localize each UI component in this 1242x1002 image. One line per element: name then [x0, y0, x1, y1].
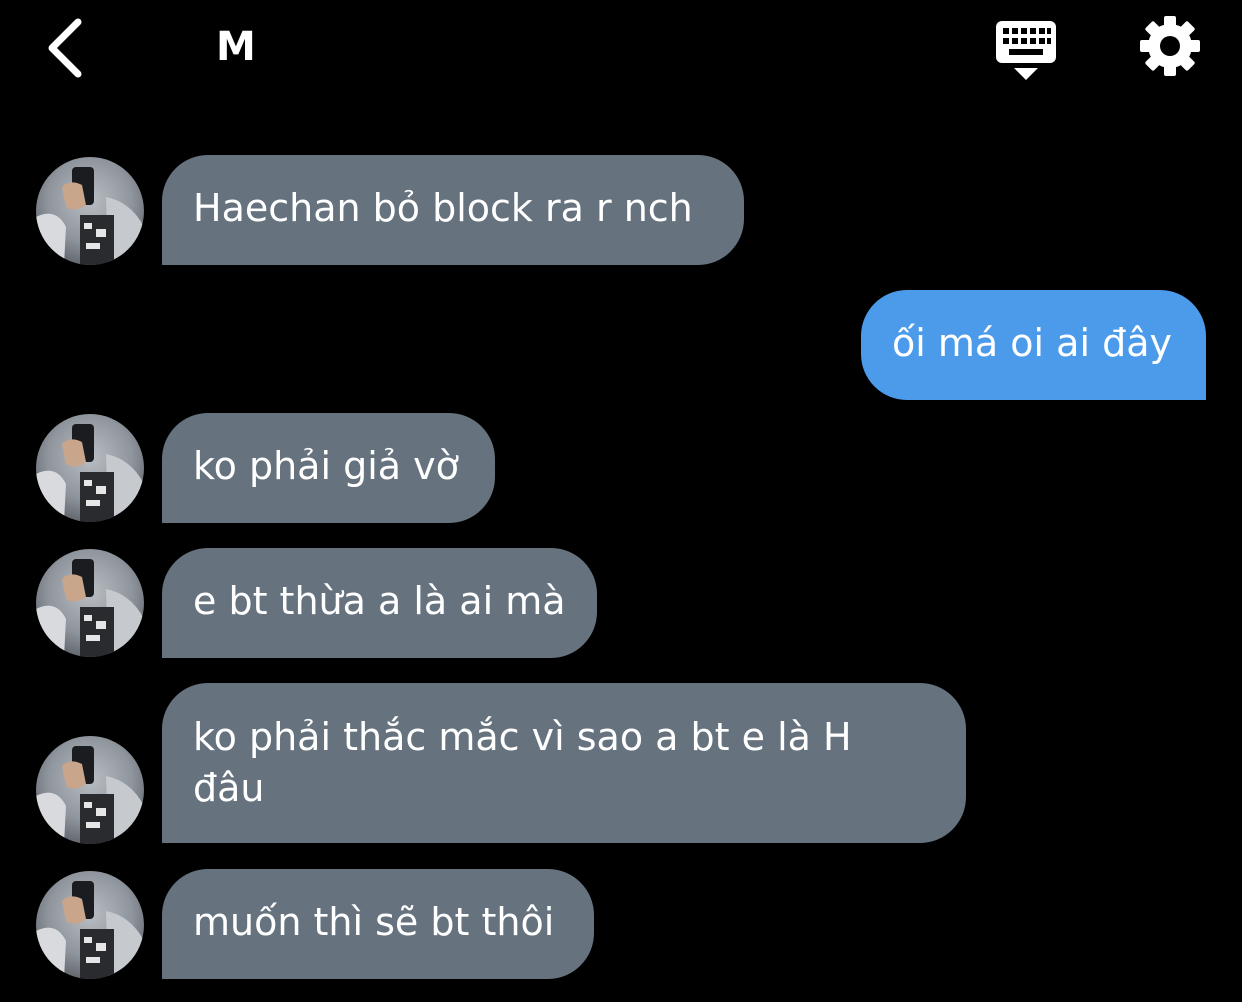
- avatar[interactable]: [36, 736, 144, 844]
- back-button[interactable]: [40, 12, 96, 84]
- avatar[interactable]: [36, 549, 144, 657]
- keyboard-toggle-button[interactable]: [992, 18, 1060, 82]
- keyboard-icon: [996, 21, 1056, 80]
- chevron-left-icon: [48, 18, 82, 78]
- chat-header: M: [0, 0, 1242, 100]
- gear-icon: [1140, 16, 1200, 76]
- contact-photo-icon: [36, 414, 144, 522]
- message-bubble-incoming[interactable]: muốn thì sẽ bt thôi: [162, 869, 594, 979]
- avatar[interactable]: [36, 871, 144, 979]
- message-bubble-incoming[interactable]: e bt thừa a là ai mà: [162, 548, 597, 658]
- settings-button[interactable]: [1138, 14, 1202, 78]
- avatar[interactable]: [36, 414, 144, 522]
- page-title: M: [216, 24, 256, 70]
- contact-photo-icon: [36, 157, 144, 265]
- message-bubble-outgoing[interactable]: ối má oi ai đây: [861, 290, 1206, 400]
- avatar[interactable]: [36, 157, 144, 265]
- contact-photo-icon: [36, 549, 144, 657]
- contact-photo-icon: [36, 736, 144, 844]
- contact-photo-icon: [36, 871, 144, 979]
- message-bubble-incoming[interactable]: ko phải thắc mắc vì sao a bt e là H đâu: [162, 683, 966, 843]
- message-bubble-incoming[interactable]: Haechan bỏ block ra r nch: [162, 155, 744, 265]
- message-bubble-incoming[interactable]: ko phải giả vờ: [162, 413, 495, 523]
